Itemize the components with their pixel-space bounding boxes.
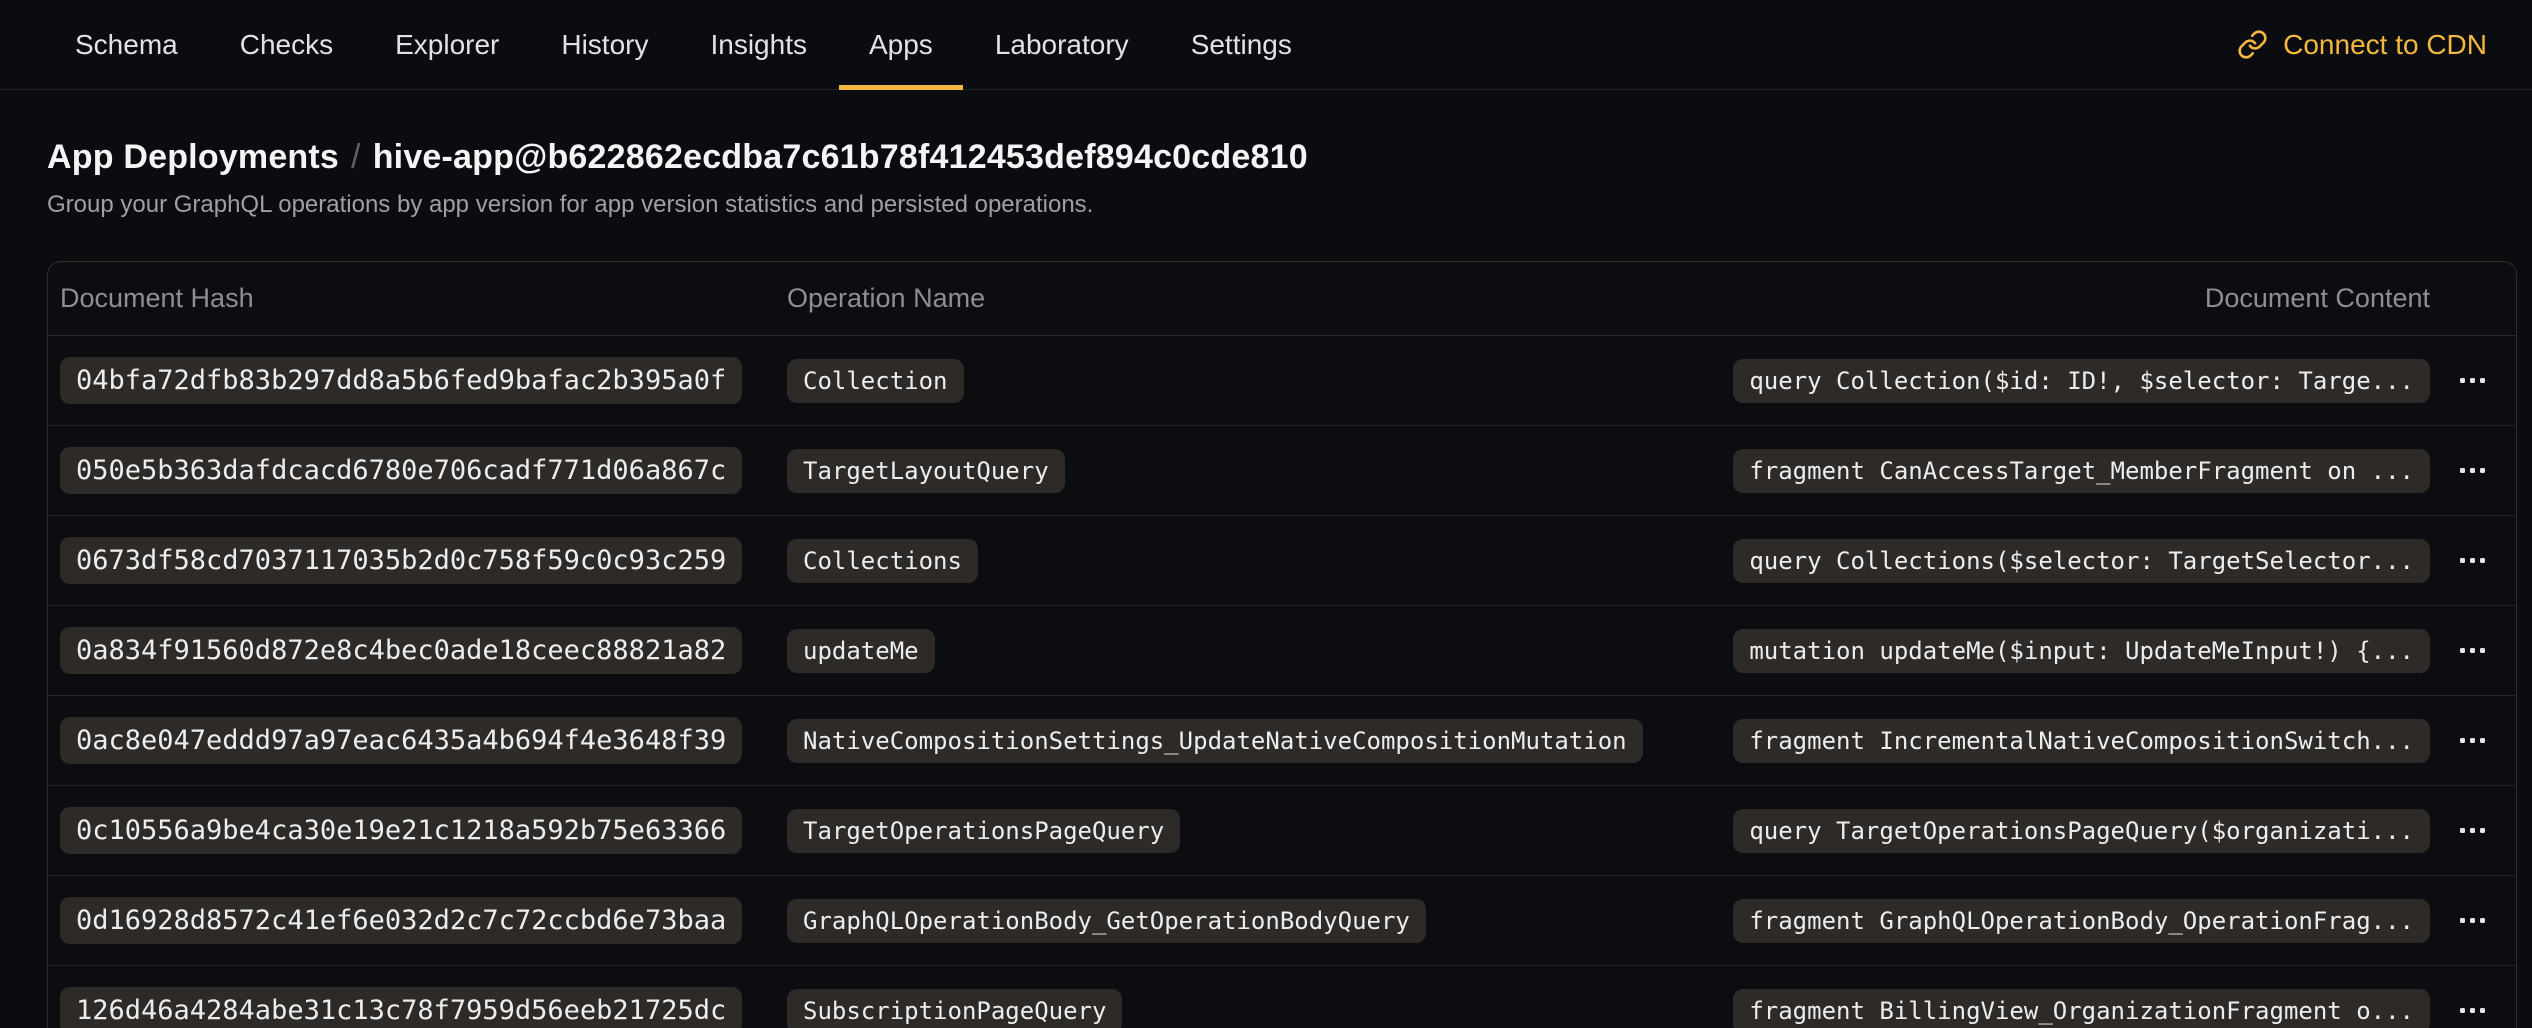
tab-schema[interactable]: Schema	[45, 0, 208, 89]
table-header-row: Document Hash Operation Name Document Co…	[48, 262, 2516, 336]
ellipsis-icon	[2460, 1008, 2465, 1013]
active-tab-indicator	[839, 85, 963, 90]
operation-name-value: TargetOperationsPageQuery	[787, 809, 1180, 853]
tab-label: Schema	[75, 29, 178, 61]
operation-name-value: NativeCompositionSettings_UpdateNativeCo…	[787, 719, 1643, 763]
breadcrumb-separator: /	[351, 138, 361, 176]
document-hash-value: 0a834f91560d872e8c4bec0ade18ceec88821a82	[60, 627, 742, 674]
table-row: 0c10556a9be4ca30e19e21c1218a592b75e63366…	[48, 786, 2516, 876]
page-subtitle: Group your GraphQL operations by app ver…	[47, 191, 2485, 219]
tab-label: Apps	[869, 29, 933, 61]
link-icon	[2237, 29, 2268, 60]
row-menu-button[interactable]	[2450, 629, 2494, 673]
document-hash-value: 0ac8e047eddd97a97eac6435a4b694f4e3648f39	[60, 717, 742, 764]
ellipsis-icon	[2460, 558, 2465, 563]
operation-name-value: Collections	[787, 539, 978, 583]
document-content-preview: fragment IncrementalNativeCompositionSwi…	[1733, 719, 2430, 763]
document-content-preview: fragment CanAccessTarget_MemberFragment …	[1733, 449, 2430, 493]
table-row: 126d46a4284abe31c13c78f7959d56eeb21725dc…	[48, 966, 2516, 1028]
column-header-document-content: Document Content	[2205, 283, 2430, 314]
tab-label: Checks	[240, 29, 333, 61]
ellipsis-icon	[2460, 648, 2465, 653]
tab-laboratory[interactable]: Laboratory	[965, 0, 1159, 89]
tab-apps[interactable]: Apps	[839, 0, 963, 89]
tab-settings[interactable]: Settings	[1161, 0, 1322, 89]
connect-to-cdn-button[interactable]: Connect to CDN	[2237, 0, 2487, 89]
tab-label: Settings	[1191, 29, 1292, 61]
ellipsis-icon	[2460, 738, 2465, 743]
ellipsis-icon	[2460, 468, 2465, 473]
tab-history[interactable]: History	[531, 0, 678, 89]
tab-label: History	[561, 29, 648, 61]
table-row: 0a834f91560d872e8c4bec0ade18ceec88821a82…	[48, 606, 2516, 696]
document-hash-value: 04bfa72dfb83b297dd8a5b6fed9bafac2b395a0f	[60, 357, 742, 404]
tab-label: Laboratory	[995, 29, 1129, 61]
document-content-preview: fragment GraphQLOperationBody_OperationF…	[1733, 899, 2430, 943]
document-hash-value: 0c10556a9be4ca30e19e21c1218a592b75e63366	[60, 807, 742, 854]
operation-name-value: SubscriptionPageQuery	[787, 989, 1122, 1028]
operation-name-value: updateMe	[787, 629, 935, 673]
tab-checks[interactable]: Checks	[210, 0, 363, 89]
row-menu-button[interactable]	[2450, 449, 2494, 493]
connect-to-cdn-label: Connect to CDN	[2283, 29, 2487, 61]
ellipsis-icon	[2460, 918, 2465, 923]
document-hash-value: 126d46a4284abe31c13c78f7959d56eeb21725dc	[60, 987, 742, 1028]
document-hash-value: 0673df58cd7037117035b2d0c758f59c0c93c259	[60, 537, 742, 584]
operation-name-value: GraphQLOperationBody_GetOperationBodyQue…	[787, 899, 1426, 943]
tab-insights[interactable]: Insights	[680, 0, 837, 89]
row-menu-button[interactable]	[2450, 989, 2494, 1028]
column-header-document-hash: Document Hash	[60, 283, 775, 314]
document-hash-value: 050e5b363dafdcacd6780e706cadf771d06a867c	[60, 447, 742, 494]
row-menu-button[interactable]	[2450, 809, 2494, 853]
breadcrumb-root: App Deployments	[47, 138, 339, 176]
app-deployments-table: Document Hash Operation Name Document Co…	[47, 261, 2517, 1028]
breadcrumb: App Deployments / hive-app@b622862ecdba7c6…	[47, 138, 2485, 177]
row-menu-button[interactable]	[2450, 359, 2494, 403]
table-row: 04bfa72dfb83b297dd8a5b6fed9bafac2b395a0f…	[48, 336, 2516, 426]
ellipsis-icon	[2460, 378, 2465, 383]
tab-label: Explorer	[395, 29, 499, 61]
breadcrumb-current: hive-app@b622862ecdba7c61b78f412453def89…	[373, 138, 1308, 176]
row-menu-button[interactable]	[2450, 899, 2494, 943]
table-row: 050e5b363dafdcacd6780e706cadf771d06a867c…	[48, 426, 2516, 516]
ellipsis-icon	[2460, 828, 2465, 833]
document-hash-value: 0d16928d8572c41ef6e032d2c7c72ccbd6e73baa	[60, 897, 742, 944]
nav-tabs: Schema Checks Explorer History Insights …	[45, 0, 1322, 89]
table-row: 0ac8e047eddd97a97eac6435a4b694f4e3648f39…	[48, 696, 2516, 786]
operation-name-value: Collection	[787, 359, 964, 403]
row-menu-button[interactable]	[2450, 719, 2494, 763]
operation-name-value: TargetLayoutQuery	[787, 449, 1065, 493]
table-row: 0d16928d8572c41ef6e032d2c7c72ccbd6e73baa…	[48, 876, 2516, 966]
top-navbar: Schema Checks Explorer History Insights …	[0, 0, 2532, 90]
tab-explorer[interactable]: Explorer	[365, 0, 529, 89]
page-header: App Deployments / hive-app@b622862ecdba7c6…	[47, 138, 2485, 219]
document-content-preview: query Collections($selector: TargetSelec…	[1733, 539, 2430, 583]
document-content-preview: query Collection($id: ID!, $selector: Ta…	[1733, 359, 2430, 403]
document-content-preview: mutation updateMe($input: UpdateMeInput!…	[1733, 629, 2430, 673]
document-content-preview: query TargetOperationsPageQuery($organiz…	[1733, 809, 2430, 853]
table-row: 0673df58cd7037117035b2d0c758f59c0c93c259…	[48, 516, 2516, 606]
document-content-preview: fragment BillingView_OrganizationFragmen…	[1733, 989, 2430, 1028]
row-menu-button[interactable]	[2450, 539, 2494, 583]
tab-label: Insights	[710, 29, 807, 61]
column-header-operation-name: Operation Name	[775, 283, 2205, 314]
